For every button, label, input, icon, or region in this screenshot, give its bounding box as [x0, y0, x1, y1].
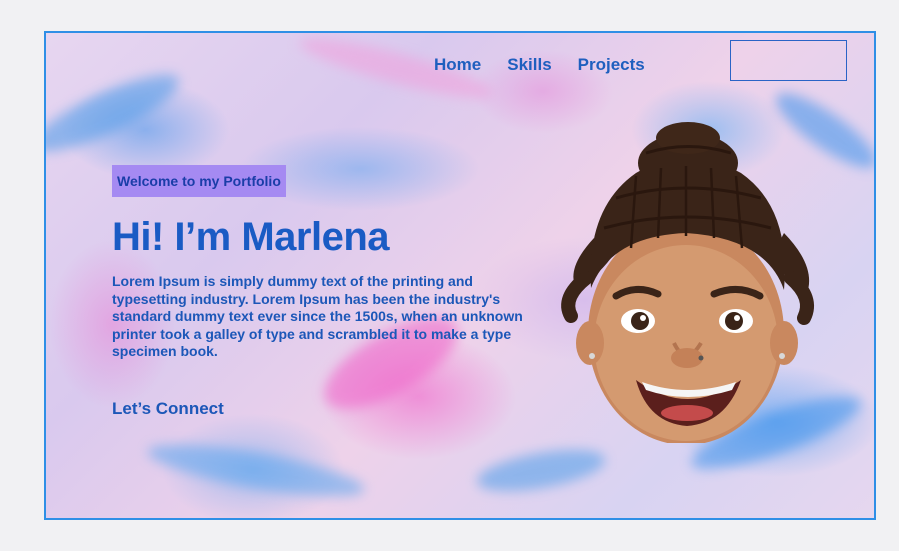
- nav-link-home[interactable]: Home: [434, 55, 481, 75]
- hero-description: Lorem Ipsum is simply dummy text of the …: [112, 273, 523, 359]
- welcome-badge: Welcome to my Portfolio: [112, 165, 286, 197]
- nav-link-projects[interactable]: Projects: [578, 55, 645, 75]
- background-swirl: [46, 61, 187, 165]
- memoji-avatar-icon: [561, 122, 814, 443]
- lets-connect-link[interactable]: Let’s Connect: [112, 399, 224, 419]
- page-title: Hi! I’m Marlena: [112, 215, 390, 259]
- nav-button[interactable]: [730, 40, 847, 81]
- nav-link-skills[interactable]: Skills: [507, 55, 551, 75]
- background-swirl: [144, 434, 368, 507]
- main-nav: Home Skills Projects: [434, 55, 645, 75]
- hero-section: Home Skills Projects Welcome to my Portf…: [44, 31, 876, 520]
- background-swirl: [473, 441, 609, 500]
